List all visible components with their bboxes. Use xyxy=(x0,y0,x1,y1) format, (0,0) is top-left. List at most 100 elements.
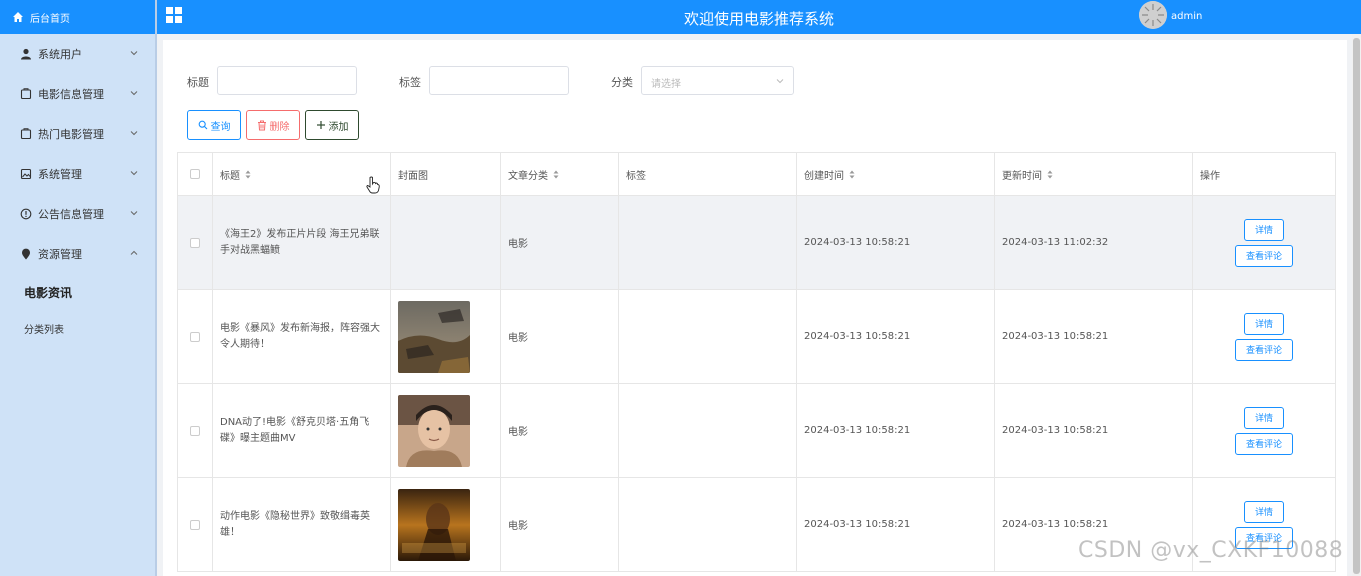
row-created: 2024-03-13 10:58:21 xyxy=(804,519,911,530)
sidebar-subitem-category-list[interactable]: 分类列表 xyxy=(0,310,155,346)
row-checkbox[interactable] xyxy=(190,331,200,342)
created-cell: 2024-03-13 10:58:21 xyxy=(797,196,995,289)
select-all-checkbox[interactable] xyxy=(190,169,200,179)
tag-filter-label: 标签 xyxy=(399,76,421,89)
row-title: 动作电影《隐秘世界》致敬缉毒英雄！ xyxy=(220,510,370,538)
user-icon xyxy=(20,48,32,60)
column-header-updated[interactable]: 更新时间 xyxy=(995,153,1193,195)
sort-icon[interactable] xyxy=(553,170,559,179)
category-cell: 电影 xyxy=(501,478,619,571)
scrollbar-thumb[interactable] xyxy=(1353,38,1360,574)
tag-filter-input[interactable] xyxy=(429,66,569,95)
column-header-label: 创建时间 xyxy=(804,170,844,182)
chevron-down-icon xyxy=(776,79,784,84)
sidebar-item-label: 公告信息管理 xyxy=(38,208,104,221)
actions-cell: 详情 查看评论 xyxy=(1193,196,1335,289)
sidebar-item-label: 热门电影管理 xyxy=(38,128,104,141)
tag-cell xyxy=(619,478,797,571)
row-select-cell xyxy=(178,478,213,571)
cover-image[interactable] xyxy=(398,394,470,467)
add-button-label: 添加 xyxy=(328,121,349,133)
detail-button[interactable]: 详情 xyxy=(1244,406,1284,429)
sort-icon[interactable] xyxy=(1047,170,1053,179)
row-category: 电影 xyxy=(508,427,528,438)
tag-icon xyxy=(20,88,32,100)
cover-image[interactable] xyxy=(398,488,470,561)
sidebar-item-resources[interactable]: 资源管理 xyxy=(0,234,155,274)
column-header-title[interactable]: 标题 xyxy=(213,153,391,195)
category-select[interactable]: 请选择 xyxy=(641,66,794,95)
title-cell: DNA动了!电影《舒克贝塔·五角飞碟》曝主题曲MV xyxy=(213,384,391,477)
category-cell: 电影 xyxy=(501,384,619,477)
table-row[interactable]: DNA动了!电影《舒克贝塔·五角飞碟》曝主题曲MV 电影 2024-03-13 … xyxy=(178,384,1335,478)
sidebar-subitem-label: 电影资讯 xyxy=(24,285,73,300)
cover-cell xyxy=(391,384,501,477)
row-updated: 2024-03-13 10:58:21 xyxy=(1002,519,1109,530)
sidebar-subitem-movie-news[interactable]: 电影资讯 xyxy=(0,274,155,310)
cover-image[interactable] xyxy=(398,300,470,373)
sidebar-item-announcements[interactable]: 公告信息管理 xyxy=(0,194,155,234)
table-row[interactable]: 电影《暴风》发布新海报，阵容强大令人期待！ 电影 2024-03-13 10:5… xyxy=(178,290,1335,384)
sidebar: 后台首页 系统用户 电影信息管理 热门电影管理 系统管理 公告信息管理 资源管理… xyxy=(0,0,157,576)
detail-button[interactable]: 详情 xyxy=(1244,500,1284,523)
home-icon xyxy=(13,12,23,22)
row-created: 2024-03-13 10:58:21 xyxy=(804,331,911,342)
column-header-category[interactable]: 文章分类 xyxy=(501,153,619,195)
select-all-cell xyxy=(178,153,213,195)
username[interactable]: admin xyxy=(1171,11,1202,22)
row-title: 《海王2》发布正片片段 海王兄弟联手对战黑蝠鲼 xyxy=(220,228,380,256)
detail-button[interactable]: 详情 xyxy=(1244,218,1284,241)
title-filter-input[interactable] xyxy=(217,66,357,95)
row-checkbox[interactable] xyxy=(190,519,200,530)
actions-cell: 详情 查看评论 xyxy=(1193,290,1335,383)
updated-cell: 2024-03-13 10:58:21 xyxy=(995,290,1193,383)
title-filter-label: 标题 xyxy=(187,76,209,89)
chevron-down-icon xyxy=(130,91,138,96)
updated-cell: 2024-03-13 10:58:21 xyxy=(995,384,1193,477)
sidebar-home-link[interactable]: 后台首页 xyxy=(0,0,155,34)
sidebar-item-label: 资源管理 xyxy=(38,248,82,261)
created-cell: 2024-03-13 10:58:21 xyxy=(797,384,995,477)
chevron-down-icon xyxy=(130,171,138,176)
cover-cell xyxy=(391,290,501,383)
table-header: 标题 封面图 文章分类 标签 创建时间 更新时间 操作 xyxy=(178,153,1335,196)
detail-button[interactable]: 详情 xyxy=(1244,312,1284,335)
sidebar-item-movie-info[interactable]: 电影信息管理 xyxy=(0,74,155,114)
row-created: 2024-03-13 10:58:21 xyxy=(804,425,911,436)
delete-button[interactable]: 删除 xyxy=(246,110,300,140)
row-checkbox[interactable] xyxy=(190,237,200,248)
column-header-label: 标题 xyxy=(220,170,240,182)
row-category: 电影 xyxy=(508,239,528,250)
image-icon xyxy=(20,168,32,180)
category-filter-label: 分类 xyxy=(611,76,633,89)
sort-icon[interactable] xyxy=(849,170,855,179)
column-header-created[interactable]: 创建时间 xyxy=(797,153,995,195)
search-button[interactable]: 查询 xyxy=(187,110,241,140)
chevron-up-icon xyxy=(130,250,138,255)
view-comments-button[interactable]: 查看评论 xyxy=(1235,338,1293,361)
column-header-label: 标签 xyxy=(626,170,646,182)
sidebar-item-system-management[interactable]: 系统管理 xyxy=(0,154,155,194)
avatar[interactable] xyxy=(1139,1,1167,29)
sidebar-item-hot-movies[interactable]: 热门电影管理 xyxy=(0,114,155,154)
view-comments-button[interactable]: 查看评论 xyxy=(1235,244,1293,267)
sort-icon[interactable] xyxy=(245,170,251,179)
sidebar-subitem-label: 分类列表 xyxy=(24,324,64,336)
tag-cell xyxy=(619,290,797,383)
vertical-scrollbar[interactable] xyxy=(1352,34,1361,576)
row-select-cell xyxy=(178,196,213,289)
row-category: 电影 xyxy=(508,333,528,344)
row-created: 2024-03-13 10:58:21 xyxy=(804,237,911,248)
watermark: CSDN @vx_CXKF10088 xyxy=(1078,538,1344,563)
sidebar-item-system-users[interactable]: 系统用户 xyxy=(0,34,155,74)
add-button[interactable]: 添加 xyxy=(305,110,359,140)
row-checkbox[interactable] xyxy=(190,425,200,436)
chevron-down-icon xyxy=(130,51,138,56)
search-button-label: 查询 xyxy=(210,121,231,133)
created-cell: 2024-03-13 10:58:21 xyxy=(797,478,995,571)
table-row[interactable]: 《海王2》发布正片片段 海王兄弟联手对战黑蝠鲼 电影 2024-03-13 10… xyxy=(178,196,1335,290)
category-cell: 电影 xyxy=(501,196,619,289)
column-header-label: 封面图 xyxy=(398,170,428,182)
tag-cell xyxy=(619,196,797,289)
view-comments-button[interactable]: 查看评论 xyxy=(1235,432,1293,455)
